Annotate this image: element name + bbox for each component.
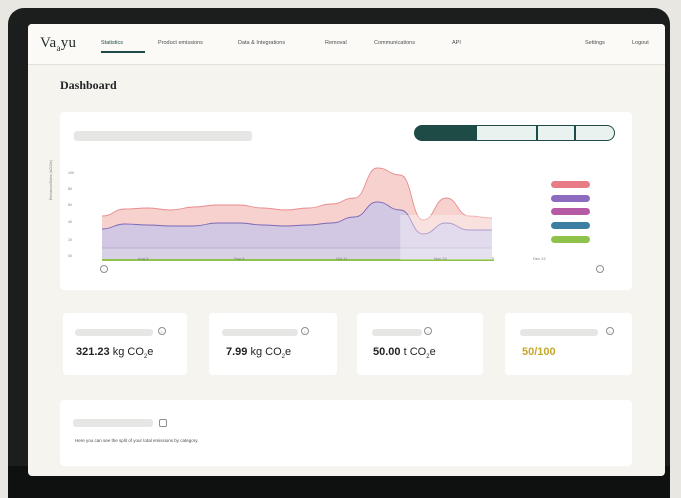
stat-card-2: [209, 313, 337, 375]
stat-number: 7.99: [226, 346, 248, 358]
stat-value-2: 7.99 kg CO2e: [226, 346, 291, 360]
y-tick-label: 80: [68, 187, 72, 191]
emissions-area-chart: [101, 167, 494, 261]
range-button-2[interactable]: [476, 125, 537, 141]
logo-text-part-2: yu: [60, 35, 77, 51]
info-icon[interactable]: i: [158, 327, 166, 335]
stat-unit-suffix: e: [285, 346, 292, 358]
stat-number: 50.00: [373, 346, 401, 358]
stat-number: 321.23: [76, 346, 110, 358]
chart-next-icon[interactable]: ›: [596, 265, 604, 273]
info-icon[interactable]: i: [301, 327, 309, 335]
nav-active-indicator: [101, 51, 145, 53]
x-tick-label: Sep 8: [234, 256, 245, 261]
info-icon[interactable]: i: [424, 327, 432, 335]
stat-unit: t CO: [403, 346, 427, 358]
nav-item-communications[interactable]: Communications: [374, 40, 415, 46]
nav-item-product-emissions[interactable]: Product emissions: [158, 40, 203, 46]
x-tick-label: Aug 8: [138, 256, 149, 261]
range-button-1[interactable]: [414, 125, 476, 141]
category-description: Here you can see the split of your total…: [75, 438, 199, 443]
category-title-placeholder: [73, 419, 153, 427]
stat-card-3: [357, 313, 483, 375]
stat-label-placeholder: [520, 329, 598, 336]
stat-card-4: [505, 313, 632, 375]
info-icon[interactable]: i: [606, 327, 614, 335]
nav-item-statistics[interactable]: Statistics: [101, 40, 123, 46]
stat-label-placeholder: [372, 329, 422, 336]
stat-unit-suffix: e: [429, 346, 436, 358]
range-button-4[interactable]: [575, 125, 615, 141]
projection-overlay: [400, 215, 494, 260]
stat-number: 50/100: [522, 346, 556, 358]
top-navbar: Vaayu Statistics Product emissions Data …: [28, 24, 665, 65]
logout-link[interactable]: Logout: [632, 40, 649, 46]
stat-value-1: 321.23 kg CO2e: [76, 346, 153, 360]
app-logo[interactable]: Vaayu: [40, 35, 76, 53]
stat-card-1: [63, 313, 187, 375]
stat-unit-suffix: e: [147, 346, 154, 358]
chart-title-placeholder: [74, 131, 252, 141]
stat-label-placeholder: [222, 329, 298, 336]
stat-label-placeholder: [75, 329, 153, 336]
y-axis-label: Emissions/Sales (kCO2e): [49, 160, 53, 200]
category-card: [60, 400, 632, 466]
range-button-3[interactable]: [537, 125, 575, 141]
nav-item-api[interactable]: API: [452, 40, 461, 46]
x-tick-label: Nov 24: [434, 256, 447, 261]
settings-link[interactable]: Settings: [585, 40, 605, 46]
stat-value-4: 50/100: [522, 346, 556, 358]
logo-text-part-1: Va: [40, 35, 57, 51]
y-tick-label: 20: [68, 238, 72, 242]
stat-unit: kg CO: [250, 346, 282, 358]
y-tick-label: 60: [68, 203, 72, 207]
info-icon[interactable]: [159, 419, 167, 427]
page-title: Dashboard: [60, 78, 117, 92]
legend-item-2[interactable]: [551, 195, 590, 202]
stat-unit: kg CO: [112, 346, 144, 358]
y-tick-label: 40: [68, 220, 72, 224]
x-tick-label: Dec 22: [533, 256, 546, 261]
y-tick-label: 100: [68, 171, 74, 175]
x-tick-label: Oct 11: [336, 256, 348, 261]
legend-item-1[interactable]: [551, 181, 590, 188]
chart-prev-icon[interactable]: ‹: [100, 265, 108, 273]
legend-item-3[interactable]: [551, 208, 590, 215]
y-tick-label: 00: [68, 254, 72, 258]
stat-value-3: 50.00 t CO2e: [373, 346, 436, 360]
nav-item-data-integrations[interactable]: Data & Integrations: [238, 40, 285, 46]
legend-item-4[interactable]: [551, 222, 590, 229]
legend-item-5[interactable]: [551, 236, 590, 243]
nav-item-removal[interactable]: Removal: [325, 40, 347, 46]
